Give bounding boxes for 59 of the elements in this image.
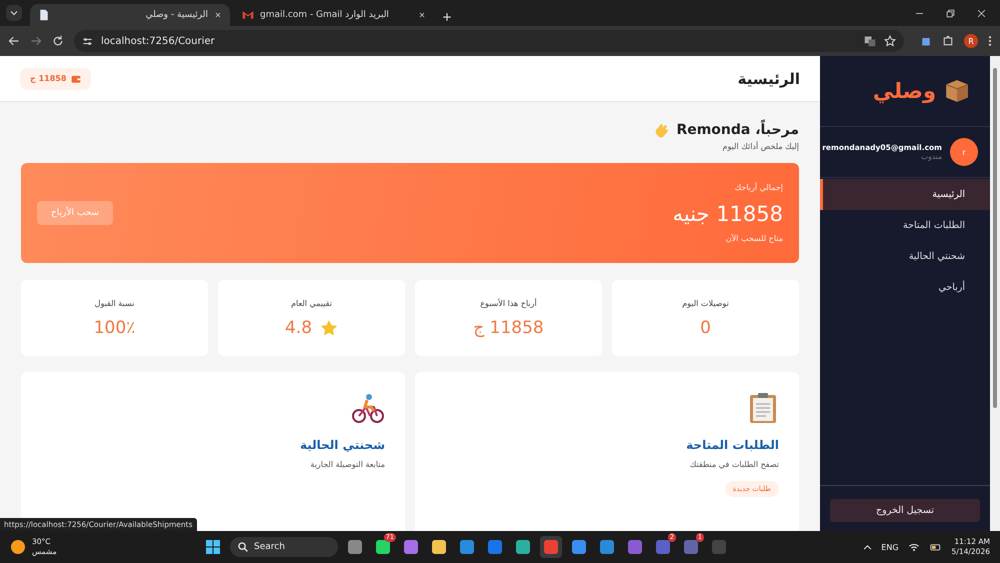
page-icon [38,9,50,21]
chevron-icon[interactable] [863,542,872,552]
caret-icon [10,9,18,17]
forward-button[interactable] [30,35,42,47]
welcome-subtitle: إليك ملخص أدائك اليوم [722,142,799,151]
scrollbar[interactable] [990,56,1000,531]
waving-hand-icon [654,122,670,138]
site-settings-icon [82,36,93,46]
balance-badge: 11858 ج [20,68,92,90]
browser-tab[interactable]: الرئيسية - وصلي [30,4,230,26]
stat-label: نسبة القبول [94,298,134,308]
wifi-icon [908,541,920,553]
page-title: الرئيسية [738,70,800,88]
clipboard-icon [747,392,779,424]
earnings-amount: 11858 جنيه [672,202,783,226]
feature-title: شحنتي الحالية [300,438,385,452]
new-tab-button[interactable] [442,12,452,22]
back-button[interactable] [8,35,20,47]
address-bar[interactable]: localhost:7256/Courier [74,30,904,52]
taskbar-search[interactable]: Search [230,537,338,557]
reload-button[interactable] [52,35,64,47]
mail-icon [242,9,254,21]
stat-label: توصيلات اليوم [682,298,729,308]
earnings-note: متاح للسحب الآن [724,234,783,243]
tab-search-button[interactable] [6,5,22,21]
package-icon [944,78,970,104]
menu-icon[interactable] [988,35,992,47]
stat-value: 0 [700,318,711,338]
nav-item[interactable]: الرئيسية [820,179,990,210]
feature-subtitle: متابعة التوصيلة الجارية [310,460,385,469]
stat-value: 4.8 [284,318,312,338]
logout-button[interactable]: تسجيل الخروج [830,499,980,522]
earnings-label: إجمالي أرباحك [734,183,783,192]
stat-value: 100٪ [94,318,136,338]
cyclist-icon [351,392,385,424]
stat-label: أرباح هذا الأسبوع [480,298,537,308]
close-icon [418,11,426,19]
close-icon [214,11,222,19]
stat-label: تقييمي العام [291,298,332,308]
translate-icon [864,35,876,47]
nav-item[interactable]: شحنتي الحالية [820,241,990,272]
user-avatar: r [950,138,978,166]
close-button[interactable] [977,8,986,18]
feature-subtitle: تصفح الطلبات في منطقتك [690,460,779,469]
welcome-title: مرحباً، Remonda [676,122,799,138]
stat-value: 11858 ج [473,318,544,338]
wallet-icon [71,74,82,84]
language-indicator[interactable]: ENG [881,542,899,552]
search-icon [238,542,248,552]
profile-avatar[interactable]: R [964,34,978,48]
nav-item[interactable]: الطلبات المتاحة [820,210,990,241]
feature-title: الطلبات المتاحة [686,438,779,452]
app-logo: وصلي [872,79,936,103]
sun-icon [10,539,26,555]
nav-item[interactable]: أرباحي [820,272,990,303]
bookmark-star-icon [884,35,896,47]
restore-button[interactable] [946,8,955,18]
star-icon [320,318,338,336]
browser-tab[interactable]: gmail.com - Gmail البريد الوارد [234,4,434,26]
